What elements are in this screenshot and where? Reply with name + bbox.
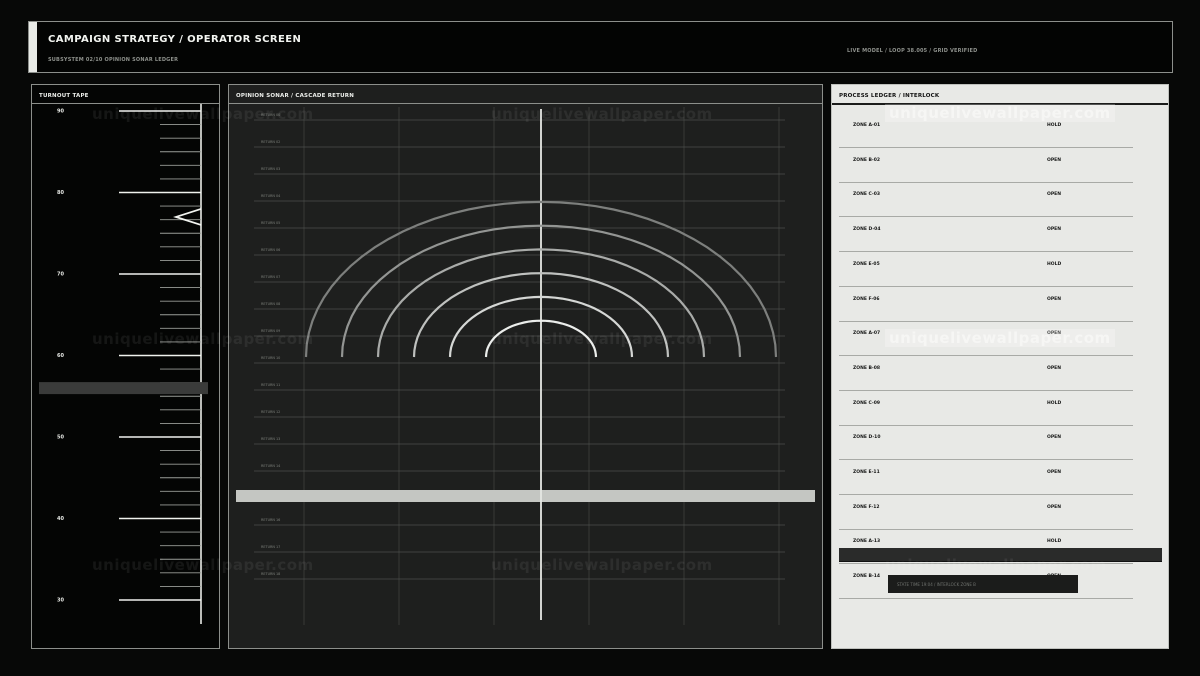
- ledger-tooltip: STATE TIME 19:04 / INTERLOCK ZONE B: [888, 575, 1078, 593]
- sonar-row-label: RETURN 05: [261, 221, 280, 225]
- tape-tick-label: 90: [57, 109, 64, 115]
- header-accent-bar: [29, 22, 37, 72]
- sonar-row-label: RETURN 00: [261, 113, 280, 117]
- sonar-row-label: RETURN 06: [261, 248, 280, 252]
- ledger-state-label: HOLD: [1047, 261, 1062, 267]
- sonar-row-label: RETURN 14: [261, 464, 280, 468]
- ledger-zone-label: ZONE E-11: [853, 470, 880, 475]
- turnout-tape-scale[interactable]: 90 80 70 60 50 40 30: [32, 85, 219, 648]
- ledger-tooltip-text: STATE TIME 19:04 / INTERLOCK ZONE B: [897, 582, 976, 587]
- ledger-zone-label: ZONE B-14: [853, 574, 881, 580]
- tape-tick-label: 40: [57, 516, 64, 522]
- sonar-row-label: RETURN 03: [261, 167, 280, 171]
- tape-tick-label: 60: [57, 353, 64, 359]
- ledger-state-label: OPEN: [1047, 157, 1061, 163]
- page-title: CAMPAIGN STRATEGY / OPERATOR SCREEN: [48, 34, 302, 45]
- ledger-state-label: OPEN: [1047, 470, 1061, 475]
- sonar-row-label: RETURN 13: [261, 437, 280, 441]
- ledger-state-label: OPEN: [1047, 365, 1061, 371]
- ledger-zone-label: ZONE A-07: [853, 331, 881, 337]
- ledger-state-label: OPEN: [1047, 296, 1061, 302]
- sonar-row-label: RETURN 18: [261, 572, 280, 576]
- ledger-state-label: HOLD: [1047, 539, 1062, 545]
- ledger-row[interactable]: ZONE D-10 OPEN: [839, 426, 1133, 461]
- sonar-highlight-band[interactable]: [236, 490, 815, 502]
- ledger-zone-label: ZONE B-02: [853, 157, 881, 163]
- ledger-row[interactable]: ZONE F-06 OPEN: [839, 288, 1133, 322]
- tape-tick-label: 80: [57, 190, 64, 196]
- ledger-zone-label: ZONE F-12: [853, 504, 880, 510]
- subsystem-label: SUBSYSTEM 02/10 OPINION SONAR LEDGER: [48, 57, 179, 63]
- sonar-row-label: RETURN 17: [261, 545, 280, 549]
- ledger-row[interactable]: ZONE C-09 HOLD: [839, 392, 1133, 426]
- sonar-row-label: RETURN 02: [261, 140, 280, 144]
- tape-tick-label: 30: [57, 598, 64, 604]
- ledger-state-label: HOLD: [1047, 400, 1062, 406]
- ledger-row[interactable]: ZONE B-08 OPEN: [839, 357, 1133, 391]
- model-status: LIVE MODEL / LOOP 38.005 / GRID VERIFIED: [847, 48, 978, 54]
- ledger-row[interactable]: ZONE C-03 OPEN: [839, 183, 1133, 218]
- sonar-row-label: RETURN 16: [261, 518, 280, 522]
- sonar-row-label: RETURN 07: [261, 275, 280, 279]
- sonar-row-label: RETURN 09: [261, 329, 280, 333]
- sonar-display[interactable]: RETURN 00 RETURN 02 RETURN 03 RETURN 04 RETU…: [229, 85, 822, 648]
- ledger-row[interactable]: ZONE D-04 OPEN: [839, 218, 1133, 253]
- ledger-state-label: OPEN: [1047, 227, 1061, 233]
- ledger-state-label: OPEN: [1047, 331, 1061, 337]
- tape-selection-band[interactable]: [39, 382, 208, 395]
- sonar-row-label: RETURN 08: [261, 302, 280, 306]
- ledger-zone-label: ZONE D-04: [853, 227, 881, 233]
- process-ledger-panel: PROCESS LEDGER / INTERLOCK ZONE A-01 HOLD…: [831, 84, 1169, 649]
- ledger-zone-label: ZONE C-09: [853, 400, 881, 406]
- tape-pointer-icon[interactable]: [173, 208, 202, 226]
- ledger-zone-label: ZONE A-01: [853, 123, 881, 128]
- ledger-zone-label: ZONE F-06: [853, 296, 880, 302]
- tape-tick-label: 50: [57, 435, 64, 441]
- ledger-row[interactable]: ZONE A-07 OPEN: [839, 322, 1133, 357]
- opinion-sonar-panel: OPINION SONAR / CASCADE RETURN RETURN 00…: [228, 84, 823, 649]
- sonar-row-label: RETURN 11: [261, 383, 280, 387]
- ledger-zone-label: ZONE D-10: [853, 435, 881, 441]
- ledger-state-label: HOLD: [1047, 123, 1062, 128]
- ledger-selection-bar[interactable]: [839, 548, 1162, 562]
- ledger-zone-label: ZONE E-05: [853, 261, 880, 267]
- ledger-row[interactable]: ZONE E-05 HOLD: [839, 253, 1133, 287]
- sonar-row-label: RETURN 04: [261, 194, 280, 198]
- ledger-zone-label: ZONE A-13: [853, 539, 881, 545]
- ledger-state-label: OPEN: [1047, 435, 1061, 441]
- header-bar: CAMPAIGN STRATEGY / OPERATOR SCREEN SUBS…: [28, 21, 1173, 73]
- ledger-state-label: OPEN: [1047, 504, 1061, 510]
- tape-tick-label: 70: [57, 272, 64, 278]
- ledger-state-label: OPEN: [1047, 192, 1061, 198]
- ledger-row[interactable]: ZONE A-01 HOLD: [839, 114, 1133, 148]
- sonar-row-label: RETURN 10: [261, 356, 280, 360]
- ledger-row[interactable]: ZONE F-12 OPEN: [839, 496, 1133, 530]
- turnout-tape-panel: TURNOUT TAPE 90 80 70 60 50 40 30: [31, 84, 220, 649]
- ledger-row[interactable]: ZONE B-02 OPEN: [839, 149, 1133, 183]
- sonar-row-label: RETURN 12: [261, 410, 280, 414]
- ledger-row[interactable]: ZONE E-11 OPEN: [839, 461, 1133, 495]
- ledger-zone-label: ZONE C-03: [853, 192, 881, 198]
- process-ledger-title: PROCESS LEDGER / INTERLOCK: [832, 85, 1168, 105]
- ledger-zone-label: ZONE B-08: [853, 365, 881, 371]
